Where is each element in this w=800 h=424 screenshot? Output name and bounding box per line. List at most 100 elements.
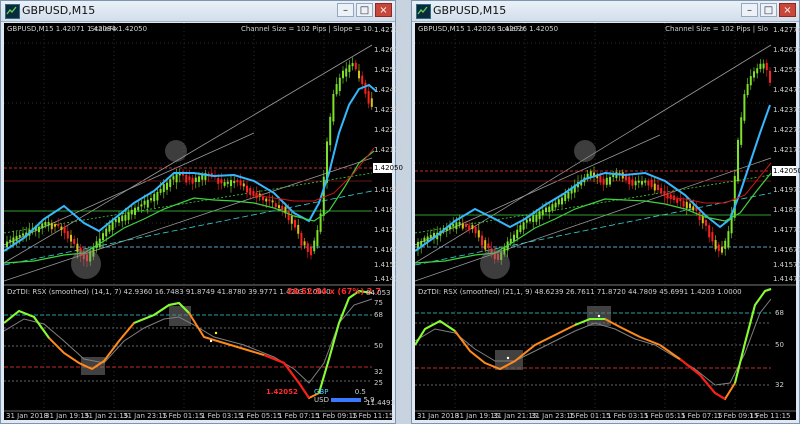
main-grid — [415, 23, 771, 411]
candle-body — [127, 212, 130, 220]
candle-body — [159, 189, 162, 193]
candle-body — [322, 176, 325, 216]
candle-body — [637, 180, 640, 183]
chart-window-right[interactable]: GBPUSD,M15 – □ × GBPUSD,M15 1.42026 1.42… — [411, 0, 800, 424]
time-tick: 1 Feb 03:15 — [607, 412, 649, 420]
candle-body — [737, 139, 739, 182]
candle-body — [242, 183, 245, 187]
ma-red-line — [253, 147, 375, 202]
chart-area[interactable]: GBPUSD,M15 1.42026 1.42026 1.42050 Scale… — [415, 23, 800, 422]
candle-body — [265, 198, 268, 202]
price-tick: 1.41870 — [374, 206, 403, 214]
support-lines — [4, 167, 373, 266]
price-tick: 1.42270 — [773, 126, 800, 134]
maximize-button[interactable]: □ — [356, 3, 373, 17]
ma-green-line — [415, 172, 772, 264]
candle-body — [146, 199, 149, 208]
window-controls: – □ × — [335, 3, 392, 18]
candle-body — [740, 117, 743, 145]
candle-body — [345, 68, 348, 77]
candle-body — [370, 98, 373, 107]
candle-body — [316, 230, 319, 246]
candle-body — [679, 198, 682, 202]
candle-body — [294, 219, 296, 228]
chart-window-icon — [5, 4, 20, 19]
sub-tick: 25 — [374, 379, 383, 387]
price-tick: 1.42470 — [773, 86, 800, 94]
chart-canvas[interactable] — [415, 23, 796, 422]
price-tick: 1.42370 — [374, 106, 403, 114]
candle-body — [538, 211, 541, 220]
scale-fix-label[interactable]: ScaleFix — [90, 25, 118, 34]
candle-body — [15, 236, 18, 241]
candle-body — [698, 211, 701, 220]
time-tick: 1 Feb 03:15 — [201, 412, 243, 420]
candle-body — [175, 174, 178, 183]
candle-body — [705, 219, 707, 226]
candle-body — [76, 243, 79, 252]
ma-red-line — [664, 162, 772, 204]
chart-canvas[interactable] — [4, 23, 392, 422]
sub-tick: 68 — [374, 311, 383, 319]
maximize-button[interactable]: □ — [760, 3, 777, 17]
chart-area[interactable]: GBPUSD,M15 1.42071 1.42084 1.42050 Scale… — [4, 23, 403, 422]
sub-header: DzTDI: RSX (smoothed) (21,1, 9) 48.6239 … — [418, 288, 742, 296]
candle-body — [765, 62, 768, 71]
chart-window-icon — [416, 4, 431, 19]
price-tick: 1.41970 — [773, 186, 800, 194]
candle-body — [484, 240, 487, 250]
candle-body — [647, 180, 650, 186]
candle-body — [727, 231, 730, 248]
title-bar[interactable]: GBPUSD,M15 – □ × — [412, 1, 799, 22]
candle-body — [733, 176, 736, 218]
minimize-button[interactable]: – — [741, 3, 758, 17]
candle-body — [589, 171, 592, 177]
candle-body — [564, 193, 567, 202]
candle-body — [230, 180, 232, 187]
candle-body — [759, 63, 762, 70]
candle-body — [634, 181, 637, 186]
current-price-box: 1.42050 — [374, 164, 403, 172]
candle-body — [6, 241, 8, 248]
candle-body — [625, 175, 627, 181]
price-tick: 1.41770 — [374, 226, 403, 234]
candle-body — [641, 181, 643, 185]
candle-body — [313, 240, 316, 252]
candle-body — [223, 182, 226, 186]
candle-body — [274, 203, 277, 208]
candle-body — [329, 116, 332, 146]
chart-window-left[interactable]: GBPUSD,M15 – □ × GBPUSD,M15 1.42071 1.42… — [0, 0, 403, 424]
candle-body — [548, 206, 551, 213]
candle-body — [348, 64, 351, 73]
candle-body — [121, 215, 124, 222]
time-tick: 1 Feb 01:15 — [569, 412, 611, 420]
candle-body — [561, 197, 563, 205]
close-button[interactable]: × — [375, 3, 392, 17]
time-tick: 1 Feb 05:15 — [240, 412, 282, 420]
candle-body — [338, 77, 341, 92]
close-button[interactable]: × — [779, 3, 796, 17]
candle-body — [118, 217, 120, 223]
time-tick: 1 Feb 01:15 — [162, 412, 204, 420]
candle-body — [172, 176, 175, 180]
candle-body — [73, 238, 76, 245]
candle-body — [724, 240, 727, 249]
candle-body — [102, 233, 104, 241]
time-tick: 31 Jan 2018 — [417, 412, 459, 420]
price-tick: 1.42170 — [374, 146, 403, 154]
minimize-button[interactable]: – — [337, 3, 354, 17]
scale-fix-label[interactable]: ScaleFix — [497, 25, 525, 34]
title-bar[interactable]: GBPUSD,M15 – □ × — [1, 1, 395, 22]
candle-body — [749, 76, 752, 86]
candle-body — [551, 204, 554, 211]
main-header: GBPUSD,M15 1.42071 1.42084 1.42050 — [7, 25, 148, 33]
candle-body — [332, 93, 335, 122]
sub-tick: 84.053 — [366, 289, 391, 297]
candle-body — [130, 209, 133, 215]
candle-body — [535, 214, 538, 222]
time-tick: 31 Jan 23:15 — [123, 412, 168, 420]
candle-body — [150, 198, 152, 201]
candle-body — [753, 71, 755, 78]
price-tick: 1.42170 — [773, 146, 800, 154]
candle-body — [268, 199, 271, 202]
